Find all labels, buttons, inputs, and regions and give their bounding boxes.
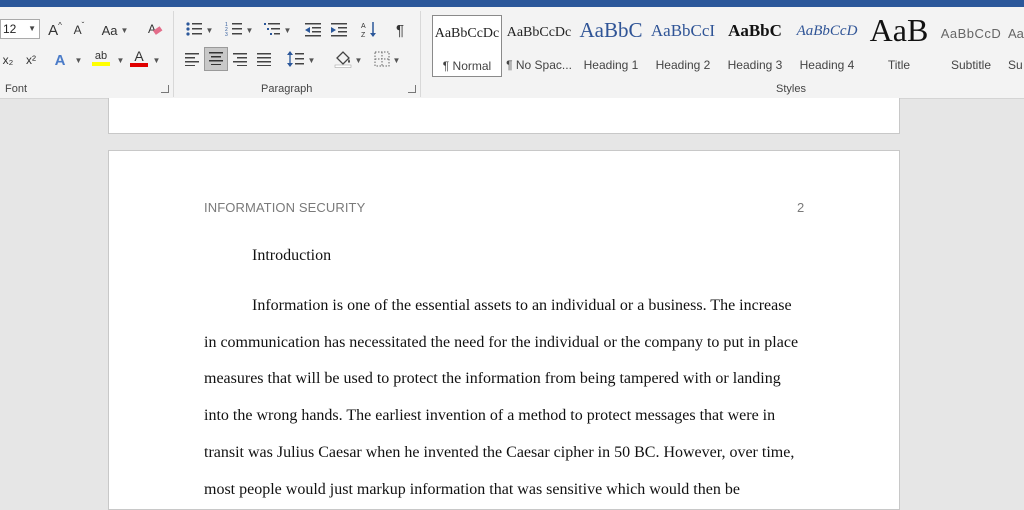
clear-formatting-button[interactable]: A <box>144 19 166 41</box>
bullets-button[interactable]: ▼ <box>182 19 216 41</box>
svg-text:A: A <box>361 23 366 30</box>
grow-font-button[interactable]: A ^ <box>46 19 64 41</box>
page-number: 2 <box>797 200 805 215</box>
text-effects-dropdown[interactable]: ▼ <box>72 49 83 71</box>
font-size-box[interactable]: 12 ▼ <box>0 19 40 39</box>
align-right-icon <box>232 52 248 69</box>
styles-gallery: AaBbCcDc ¶ Normal AaBbCcDc ¶ No Spac... … <box>430 15 1024 79</box>
decrease-indent-icon <box>304 21 322 40</box>
change-case-button[interactable]: Aa ▼ <box>98 19 132 41</box>
body-line: most people would just markup informatio… <box>204 481 740 498</box>
highlight-button[interactable]: ab <box>88 47 114 69</box>
section-heading: Introduction <box>252 247 332 264</box>
style-subtitle[interactable]: AaBbCcD Subtitle <box>936 15 1006 77</box>
shading-button[interactable]: ▼ <box>330 49 366 71</box>
body-line: Information is one of the essential asse… <box>252 297 792 314</box>
previous-page-bottom <box>108 98 900 134</box>
eraser-icon: A <box>147 21 163 40</box>
highlight-color-bar <box>92 62 110 66</box>
group-separator <box>420 11 421 97</box>
superscript-button[interactable]: x² <box>22 49 40 71</box>
font-color-button[interactable]: A <box>128 47 150 69</box>
show-formatting-marks-button[interactable]: ¶ <box>390 19 410 41</box>
line-spacing-icon <box>286 50 305 70</box>
styles-group-label: Styles <box>776 83 806 95</box>
subscript-button[interactable]: x₂ <box>0 49 16 71</box>
align-right-button[interactable] <box>230 49 250 71</box>
align-left-icon <box>184 52 200 69</box>
align-center-button[interactable] <box>204 47 228 71</box>
svg-text:A: A <box>148 22 156 36</box>
style-title[interactable]: AaB Title <box>864 15 934 77</box>
paragraph-group-label: Paragraph <box>261 83 313 95</box>
chevron-down-icon: ▼ <box>152 55 161 65</box>
title-bar-strip <box>0 0 1024 7</box>
justify-button[interactable] <box>254 49 274 71</box>
paragraph-dialog-launcher[interactable] <box>408 85 416 93</box>
body-line: in communication has necessitated the ne… <box>204 334 799 351</box>
group-separator <box>173 11 174 97</box>
chevron-down-icon: ▼ <box>28 24 36 33</box>
sort-icon: AZ <box>360 20 378 41</box>
running-head: INFORMATION SECURITY <box>204 200 366 215</box>
align-left-button[interactable] <box>182 49 202 71</box>
multilevel-list-button[interactable]: ▼ <box>260 19 294 41</box>
borders-icon <box>374 51 390 70</box>
chevron-down-icon: ▼ <box>116 55 125 65</box>
sort-button[interactable]: AZ <box>358 19 380 41</box>
font-color-dropdown[interactable]: ▼ <box>150 49 161 71</box>
increase-indent-button[interactable] <box>328 19 350 41</box>
multilevel-list-icon <box>263 21 281 40</box>
style-heading-4[interactable]: AaBbCcD Heading 4 <box>792 15 862 77</box>
font-color-bar <box>130 63 148 67</box>
shrink-font-button[interactable]: Aˇ <box>70 19 88 41</box>
ribbon: 12 ▼ A ^ Aˇ Aa ▼ A x₂ x² A ▼ ab ▼ A ▼ Font… <box>0 7 1024 99</box>
body-line: measures that will be used to protect th… <box>204 370 781 387</box>
line-spacing-button[interactable]: ▼ <box>284 49 318 71</box>
borders-button[interactable]: ▼ <box>370 49 404 71</box>
pilcrow-icon: ¶ <box>395 21 405 39</box>
font-group-label: Font <box>5 83 28 95</box>
align-center-icon <box>208 51 224 68</box>
body-line: into the wrong hands. The earliest inven… <box>204 407 776 424</box>
numbering-button[interactable]: 123 ▼ <box>222 19 256 41</box>
bullets-icon <box>185 21 203 40</box>
style-heading-1[interactable]: AaBbC Heading 1 <box>576 15 646 77</box>
style-heading-3[interactable]: AaBbC Heading 3 <box>720 15 790 77</box>
decrease-indent-button[interactable] <box>302 19 324 41</box>
style-subtle-emphasis[interactable]: Aa Su <box>1008 15 1024 77</box>
svg-text:3: 3 <box>225 32 228 37</box>
style-heading-2[interactable]: AaBbCcI Heading 2 <box>648 15 718 77</box>
body-line: transit was Julius Caesar when he invent… <box>204 444 795 461</box>
font-dialog-launcher[interactable] <box>161 85 169 93</box>
style-normal[interactable]: AaBbCcDc ¶ Normal <box>432 15 502 77</box>
style-no-spacing[interactable]: AaBbCcDc ¶ No Spac... <box>504 15 574 77</box>
increase-indent-icon <box>330 21 348 40</box>
chevron-down-icon: ▼ <box>74 55 83 65</box>
highlight-dropdown[interactable]: ▼ <box>114 49 125 71</box>
paint-bucket-icon <box>334 50 352 71</box>
justify-icon <box>256 52 272 69</box>
numbering-icon: 123 <box>225 21 243 40</box>
svg-text:Z: Z <box>361 32 366 38</box>
document-page[interactable]: INFORMATION SECURITY 2 Introduction Info… <box>108 150 900 510</box>
text-effects-button[interactable]: A <box>50 49 70 71</box>
